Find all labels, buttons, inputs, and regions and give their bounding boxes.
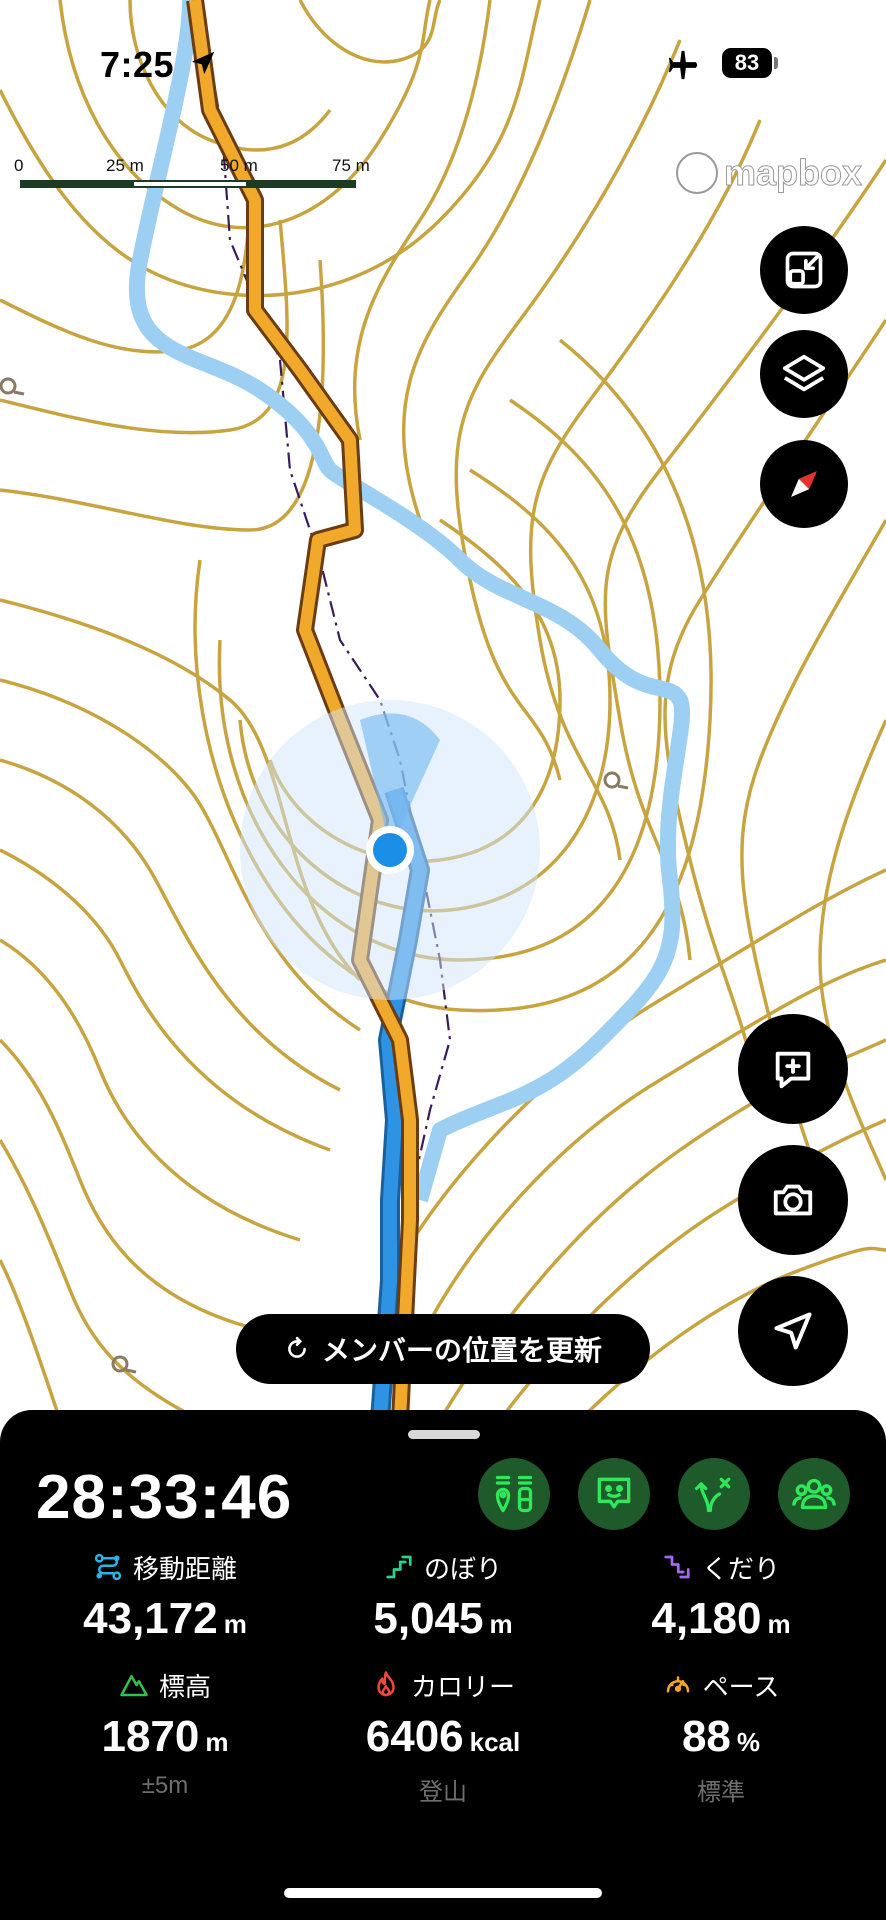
members-button[interactable] <box>778 1458 850 1530</box>
scale-label-0: 0 <box>14 156 24 175</box>
stat-ascent-value: 5,045 <box>373 1594 484 1643</box>
mountain-icon <box>120 1675 148 1697</box>
current-location-button[interactable] <box>738 1276 848 1386</box>
elapsed-time: 28:33:46 <box>36 1463 293 1532</box>
navigation-arrow-icon <box>774 1312 812 1350</box>
stat-distance-label: 移動距離 <box>132 1553 237 1584</box>
mapbox-wordmark: mapbox <box>723 152 863 194</box>
scale-label-75: 75 m <box>332 156 370 175</box>
stat-distance: 移動距離 43,172 m <box>20 1550 310 1644</box>
stat-elevation-value: 1870 <box>101 1712 200 1761</box>
stat-calories: カロリー 6406 kcal 登山 <box>298 1668 588 1807</box>
stat-pace-label: ペース <box>702 1671 780 1702</box>
chat-bubble-icon <box>597 1477 631 1509</box>
compass-button[interactable] <box>760 440 848 528</box>
stat-calories-label-row: カロリー <box>298 1668 588 1702</box>
stat-calories-value: 6406 <box>365 1712 464 1761</box>
compass-icon <box>791 471 817 497</box>
scale-label-50: 50 m <box>220 156 258 175</box>
location-services-icon <box>191 51 215 75</box>
stat-elevation: 標高 1870 m ±5m <box>20 1668 310 1800</box>
stat-ascent-label: のぼり <box>423 1553 502 1584</box>
ascent-icon <box>386 1555 412 1579</box>
activity-panel: 28:33:46 移動距離 43,172 m のぼり 5,045 m くだり 4,1… <box>0 1410 886 1920</box>
battery-tip <box>774 57 778 69</box>
stat-pace-value: 88 <box>681 1712 731 1761</box>
chat-button[interactable] <box>578 1458 650 1530</box>
add-comment-icon <box>775 1051 811 1089</box>
descent-icon <box>664 1555 690 1579</box>
stat-descent-label: くだり <box>701 1553 780 1584</box>
route-guide-button[interactable] <box>678 1458 750 1530</box>
stat-distance-label-row: 移動距離 <box>20 1550 310 1584</box>
collapse-icon <box>785 251 823 289</box>
stat-elevation-accuracy: ±5m <box>141 1772 189 1799</box>
stat-calories-label: カロリー <box>410 1671 515 1702</box>
stat-distance-unit: m <box>223 1609 247 1639</box>
map-layers-button[interactable] <box>760 330 848 418</box>
stat-pace-unit: % <box>736 1727 761 1757</box>
update-member-location-button[interactable]: メンバーの位置を更新 <box>236 1314 650 1384</box>
mapbox-attribution[interactable]: mapbox <box>676 150 863 196</box>
refresh-icon <box>288 1336 306 1358</box>
flame-icon <box>377 1671 395 1697</box>
current-location-dot <box>373 833 407 867</box>
airplane-mode-icon <box>668 50 698 80</box>
stat-distance-value: 43,172 <box>83 1594 218 1643</box>
checkpoint-button[interactable] <box>478 1458 550 1530</box>
stat-calories-activity: 登山 <box>419 1779 467 1806</box>
battery-level: 83 <box>734 50 760 75</box>
update-member-location-label: メンバーの位置を更新 <box>321 1335 602 1366</box>
stat-pace: ペース 88% 標準 <box>576 1668 866 1807</box>
panel-grabber[interactable] <box>408 1430 480 1439</box>
camera-icon <box>773 1184 813 1216</box>
stat-calories-unit: kcal <box>469 1727 521 1757</box>
stat-elevation-label-row: 標高 <box>20 1668 310 1702</box>
stat-descent-label-row: くだり <box>576 1550 866 1584</box>
add-memo-button[interactable] <box>738 1014 848 1124</box>
stat-ascent-unit: m <box>489 1609 513 1639</box>
stat-ascent: のぼり 5,045 m <box>298 1550 588 1644</box>
stat-pace-rating: 標準 <box>697 1779 745 1806</box>
speedometer-icon <box>666 1676 689 1693</box>
home-indicator[interactable] <box>284 1888 602 1898</box>
stat-descent-value: 4,180 <box>651 1594 762 1643</box>
checkpoint-pins-icon <box>495 1475 533 1513</box>
stat-pace-label-row: ペース <box>576 1668 866 1702</box>
battery-indicator: 83 <box>722 48 772 78</box>
stat-elevation-unit: m <box>205 1727 229 1757</box>
camera-button[interactable] <box>738 1145 848 1255</box>
group-members-icon <box>792 1478 836 1510</box>
mapbox-logo-icon <box>676 152 718 194</box>
stat-elevation-label: 標高 <box>158 1671 211 1702</box>
stat-ascent-label-row: のぼり <box>298 1550 588 1584</box>
stat-descent: くだり 4,180 m <box>576 1550 866 1644</box>
route-branch-icon <box>694 1477 731 1513</box>
route-icon <box>94 1553 122 1581</box>
collapse-map-button[interactable] <box>760 226 848 314</box>
status-time: 7:25 <box>100 44 175 85</box>
status-bar: 7:25 83 <box>0 40 886 90</box>
layers-icon <box>782 354 826 392</box>
scale-label-25: 25 m <box>106 156 144 175</box>
scale-bar <box>20 180 356 188</box>
stat-descent-unit: m <box>767 1609 791 1639</box>
